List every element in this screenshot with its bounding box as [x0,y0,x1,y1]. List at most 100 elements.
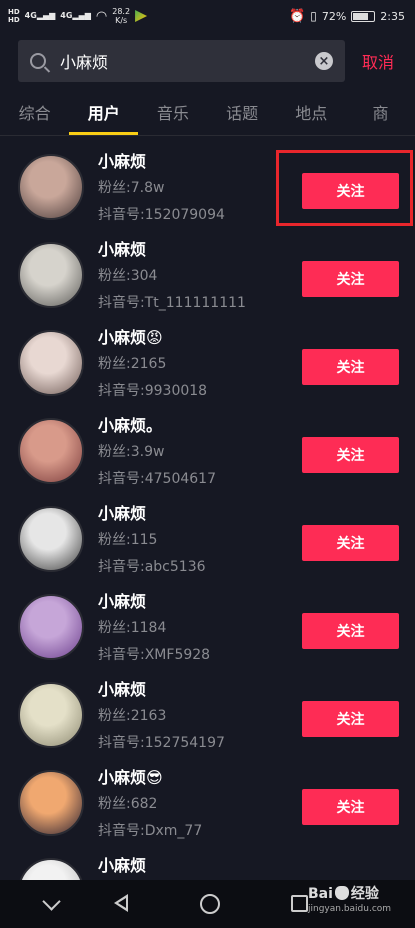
avatar[interactable] [18,682,84,748]
back-icon[interactable] [110,892,134,916]
watermark-logo: Bai 经验 [308,884,391,904]
avatar[interactable] [18,330,84,396]
tab-5[interactable]: 商 [346,96,415,135]
play-store-icon [135,10,148,22]
search-icon [30,53,46,69]
avatar[interactable] [18,418,84,484]
user-row[interactable]: 小麻烦粉丝:304 抖音号:Tt_111111111 关注 [0,233,415,321]
search-tabs: 综合 用户 音乐 话题 地点商 [0,96,415,136]
user-info: 小麻烦粉丝:1184 抖音号:XMF5928 [98,591,210,667]
fans-count: 粉丝:304 [98,268,158,284]
follow-button[interactable]: 关注 [302,701,399,737]
user-info: 小麻烦。粉丝:3.9w 抖音号:47504617 [98,415,216,491]
signal-2-icon: 4G▂▄▆ [60,11,91,20]
fans-count: 粉丝:2163 [98,708,167,724]
user-row[interactable]: 小麻烦。粉丝:3.9w 抖音号:47504617 关注 [0,409,415,497]
hide-nav-icon[interactable] [40,892,64,916]
user-name: 小麻烦 [98,680,147,699]
douyin-id: 抖音号:abc5136 [98,559,206,575]
douyin-id: 抖音号:XMF5928 [98,647,211,663]
follow-button[interactable]: 关注 [302,349,399,385]
wifi-icon: ◠ [95,8,108,24]
user-info: 小麻烦😎 粉丝:682 抖音号:Dxm_77 [98,767,202,843]
network-speed: 28.2 K/s [112,7,130,25]
user-info: 小麻烦粉丝:304 抖音号:Tt_111111111 [98,239,246,315]
clock: 2:35 [380,9,405,23]
user-name: 小麻烦。 [98,416,163,435]
user-name: 小麻烦 [98,856,147,875]
user-row[interactable]: 小麻烦粉丝:2163 抖音号:152754197 关注 [0,673,415,761]
avatar[interactable] [18,594,84,660]
user-info: 小麻烦粉丝:7.8w 抖音号:152079094 [98,151,225,227]
watermark: Bai 经验 jingyan.baidu.com [308,884,391,914]
douyin-id: 抖音号:47504617 [98,471,216,487]
fans-count: 粉丝:3.9w [98,444,165,460]
fans-count: 粉丝:115 [98,532,158,548]
avatar[interactable] [18,242,84,308]
battery-percent: 72% [321,9,347,23]
hd-label-1: HD [8,8,20,16]
cancel-button[interactable]: 取消 [362,49,394,73]
search-query[interactable]: 小麻烦 [60,49,315,73]
home-icon[interactable] [198,892,222,916]
avatar[interactable] [18,154,84,220]
status-bar-right: ⏰ ▯ 72% 2:35 [289,9,405,24]
signal-1-icon: 4G▂▄▆ [24,11,56,20]
avatar[interactable] [18,770,84,836]
watermark-url: jingyan.baidu.com [308,904,392,914]
status-bar-left: HD HD 4G▂▄▆ 4G▂▄▆ ◠ 28.2 K/s [8,7,148,25]
avatar[interactable] [18,506,84,572]
network-label-2: 4G [60,11,73,20]
user-row[interactable]: 小麻烦粉丝:115 抖音号:abc5136 关注 [0,497,415,585]
user-name: 小麻烦 [98,592,147,611]
douyin-id: 抖音号:152754197 [98,735,225,751]
paw-icon [334,886,349,900]
user-list: 小麻烦 粉丝:7.8w 抖音号:152079094 关注 小麻烦 粉丝:304 抖音号:Tt… [0,145,415,928]
user-info: 小麻烦粉丝:115 抖音号:abc5136 [98,503,206,579]
user-name: 小麻烦😡 [98,328,163,347]
user-row[interactable]: 小麻烦😎 粉丝:682 抖音号:Dxm_77 关注 [0,761,415,849]
battery-icon [351,10,376,22]
alarm-icon: ⏰ [289,8,306,24]
tab-2[interactable]: 音乐 [138,96,207,135]
fans-count: 粉丝:1184 [98,620,167,636]
follow-button[interactable]: 关注 [302,525,399,561]
user-name: 小麻烦😎 [98,768,163,787]
watermark-main-left: Bai [308,886,333,902]
search-row: 小麻烦 × 取消 [18,40,410,82]
user-name: 小麻烦 [98,240,147,259]
user-info: 小麻烦粉丝:2163 抖音号:152754197 [98,679,225,755]
vibrate-icon: ▯ [310,9,317,23]
douyin-id: 抖音号:152079094 [98,207,225,223]
follow-button[interactable]: 关注 [302,261,399,297]
user-info: 小麻烦😡 粉丝:2165 抖音号:9930018 [98,327,207,403]
user-row[interactable]: 小麻烦粉丝:1184 抖音号:XMF5928 关注 [0,585,415,673]
tab-1[interactable]: 用户 [69,96,139,135]
user-name: 小麻烦 [98,504,147,523]
tab-4[interactable]: 地点 [277,96,346,135]
clear-icon[interactable]: × [315,52,333,70]
network-label-1: 4G [24,11,37,20]
tab-3[interactable]: 话题 [208,96,277,135]
user-row[interactable]: 小麻烦粉丝:7.8w 抖音号:152079094 关注 [0,145,415,233]
watermark-main-right: 经验 [350,886,379,902]
follow-button[interactable]: 关注 [302,173,399,209]
status-bar: HD HD 4G▂▄▆ 4G▂▄▆ ◠ 28.2 K/s ⏰ ▯ 72% 2:3… [0,0,415,32]
fans-count: 粉丝:7.8w [98,180,165,196]
follow-button[interactable]: 关注 [302,789,399,825]
user-name: 小麻烦 [98,152,147,171]
fans-count: 粉丝:682 [98,796,158,812]
tab-0[interactable]: 综合 [0,96,69,135]
follow-button[interactable]: 关注 [302,437,399,473]
douyin-id: 抖音号:Dxm_77 [98,823,203,839]
douyin-id: 抖音号:Tt_111111111 [98,295,246,311]
douyin-id: 抖音号:9930018 [98,383,208,399]
network-speed-unit: K/s [115,16,128,25]
fans-count: 粉丝:2165 [98,356,167,372]
user-row[interactable]: 小麻烦😡 粉丝:2165 抖音号:9930018 关注 [0,321,415,409]
follow-button[interactable]: 关注 [302,613,399,649]
network-speed-value: 28.2 [112,7,131,16]
search-input[interactable]: 小麻烦 × [18,40,345,82]
hd-label-2: HD [8,16,20,24]
hd-indicator: HD HD [8,8,20,24]
